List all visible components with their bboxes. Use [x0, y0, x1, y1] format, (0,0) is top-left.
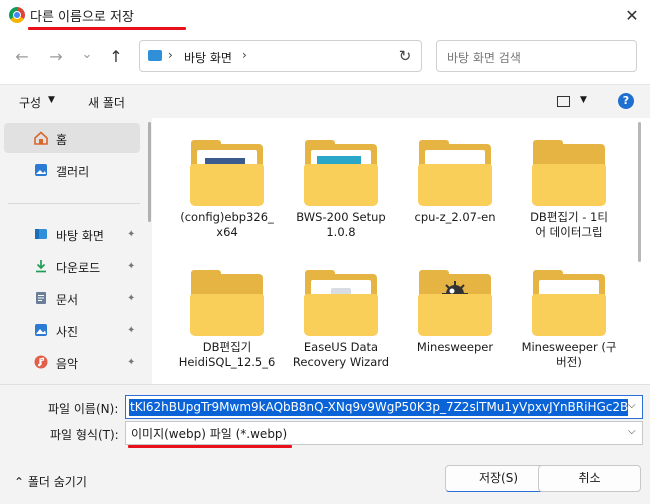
folder-label: DB편집기 - 1티 어 데이터그립 — [530, 210, 608, 239]
folder-label: EaseUS Data Recovery Wizard — [292, 340, 390, 369]
folder-icon — [418, 294, 492, 336]
search-input[interactable]: 바탕 화면 검색 — [436, 40, 637, 72]
folder-icon — [304, 164, 378, 206]
folder-label: (config)ebp326_ x64 — [180, 210, 274, 239]
recent-locations-button[interactable]: ⌄ — [74, 42, 100, 68]
refresh-button[interactable]: ↻ — [396, 47, 414, 65]
file-list-scrollbar[interactable] — [638, 122, 641, 262]
close-button[interactable]: ✕ — [618, 2, 646, 30]
folder-label: DB편집기 HeidiSQL_12.5_6 — [178, 340, 276, 369]
download-icon — [36, 260, 46, 273]
address-bar[interactable] — [139, 40, 422, 72]
new-folder-button[interactable]: 새 폴더 — [88, 94, 125, 111]
music-icon — [34, 355, 48, 369]
filetype-label: 파일 형식(T): — [50, 428, 119, 442]
window-title: 다른 이름으로 저장 — [30, 10, 134, 25]
folder-icon — [532, 164, 606, 206]
view-icon[interactable] — [557, 96, 570, 107]
chevron-right-icon[interactable]: › — [242, 48, 247, 62]
folder-icon — [532, 294, 606, 336]
chevron-down-icon[interactable]: ▼ — [580, 95, 587, 105]
folder-label: Minesweeper (구 버전) — [521, 340, 617, 369]
gallery-icon — [35, 164, 47, 176]
desktop-icon — [35, 229, 47, 239]
sidebar-scrollbar[interactable] — [148, 122, 151, 222]
document-icon — [36, 292, 46, 304]
desktop-icon — [148, 50, 162, 61]
sidebar-item-gallery[interactable]: 갤러리 — [4, 155, 140, 185]
organize-button[interactable]: 구성 — [19, 94, 41, 111]
back-button[interactable]: ← — [9, 44, 35, 70]
chevron-down-icon[interactable]: ⌵ — [628, 400, 636, 411]
pin-icon[interactable]: ✦ — [127, 229, 135, 240]
chevron-right-icon[interactable]: › — [168, 48, 173, 62]
pin-icon[interactable]: ✦ — [127, 293, 135, 304]
folder-item[interactable]: EaseUS Data Recovery Wizard — [291, 266, 391, 391]
navigation-pane: 홈 갤러리 바탕 화면 ✦ 다운로드 ✦ 문서 ✦ 사진 ✦ 음악 ✦ — [0, 118, 148, 384]
filetype-value[interactable]: 이미지(webp) 파일 (*.webp) — [131, 425, 287, 442]
folder-item[interactable]: DB편집기 HeidiSQL_12.5_6 — [177, 266, 277, 391]
hide-folders-button[interactable]: ⌃ 폴더 숨기기 — [14, 473, 87, 490]
sidebar-item-downloads[interactable]: 다운로드 ✦ — [4, 251, 140, 281]
home-icon — [34, 131, 48, 145]
folder-item[interactable]: Minesweeper (구 버전) — [519, 266, 619, 391]
title-highlight-underline — [28, 27, 186, 30]
sidebar-item-desktop[interactable]: 바탕 화면 ✦ — [4, 219, 140, 249]
sidebar-divider — [8, 203, 140, 204]
chrome-icon — [9, 7, 25, 23]
pin-icon[interactable]: ✦ — [127, 261, 135, 272]
folder-item[interactable]: BWS-200 Setup 1.0.8 — [291, 136, 391, 261]
filename-label: 파일 이름(N): — [48, 402, 119, 416]
help-icon[interactable]: ? — [618, 93, 634, 109]
folder-label: Minesweeper — [416, 340, 494, 354]
chevron-down-icon[interactable]: ⌵ — [628, 426, 636, 437]
chevron-down-icon[interactable]: ▼ — [48, 95, 55, 105]
sidebar-item-music[interactable]: 음악 ✦ — [4, 347, 140, 377]
folder-item[interactable]: Minesweeper — [405, 266, 505, 391]
forward-button[interactable]: → — [43, 44, 69, 70]
folder-icon — [190, 294, 264, 336]
folder-item[interactable]: DB편집기 - 1티 어 데이터그립 — [519, 136, 619, 261]
folder-icon — [304, 294, 378, 336]
filename-value[interactable]: tKl62hBUpgTr9Mwm9kAQbB8nQ-XNq9v9WgP50K3p… — [129, 399, 628, 416]
address-breadcrumb[interactable]: 바탕 화면 — [184, 49, 232, 66]
folder-icon — [190, 164, 264, 206]
folder-item[interactable]: cpu-z_2.07-en — [405, 136, 505, 261]
folder-label: cpu-z_2.07-en — [414, 210, 496, 224]
folder-label: BWS-200 Setup 1.0.8 — [296, 210, 386, 239]
folder-item[interactable]: (config)ebp326_ x64 — [177, 136, 277, 261]
up-button[interactable]: ↑ — [103, 44, 129, 70]
pin-icon[interactable]: ✦ — [127, 325, 135, 336]
sidebar-item-pictures[interactable]: 사진 ✦ — [4, 315, 140, 345]
cancel-button[interactable]: 취소 — [538, 465, 641, 492]
file-list: (config)ebp326_ x64 BWS-200 Setup 1.0.8 … — [152, 118, 650, 384]
pictures-icon — [35, 324, 47, 336]
sidebar-item-documents[interactable]: 문서 ✦ — [4, 283, 140, 313]
filetype-highlight-underline — [128, 445, 292, 448]
folder-icon — [418, 164, 492, 206]
pin-icon[interactable]: ✦ — [127, 357, 135, 368]
save-button[interactable]: 저장(S) — [445, 465, 552, 492]
sidebar-item-home[interactable]: 홈 — [4, 123, 140, 153]
